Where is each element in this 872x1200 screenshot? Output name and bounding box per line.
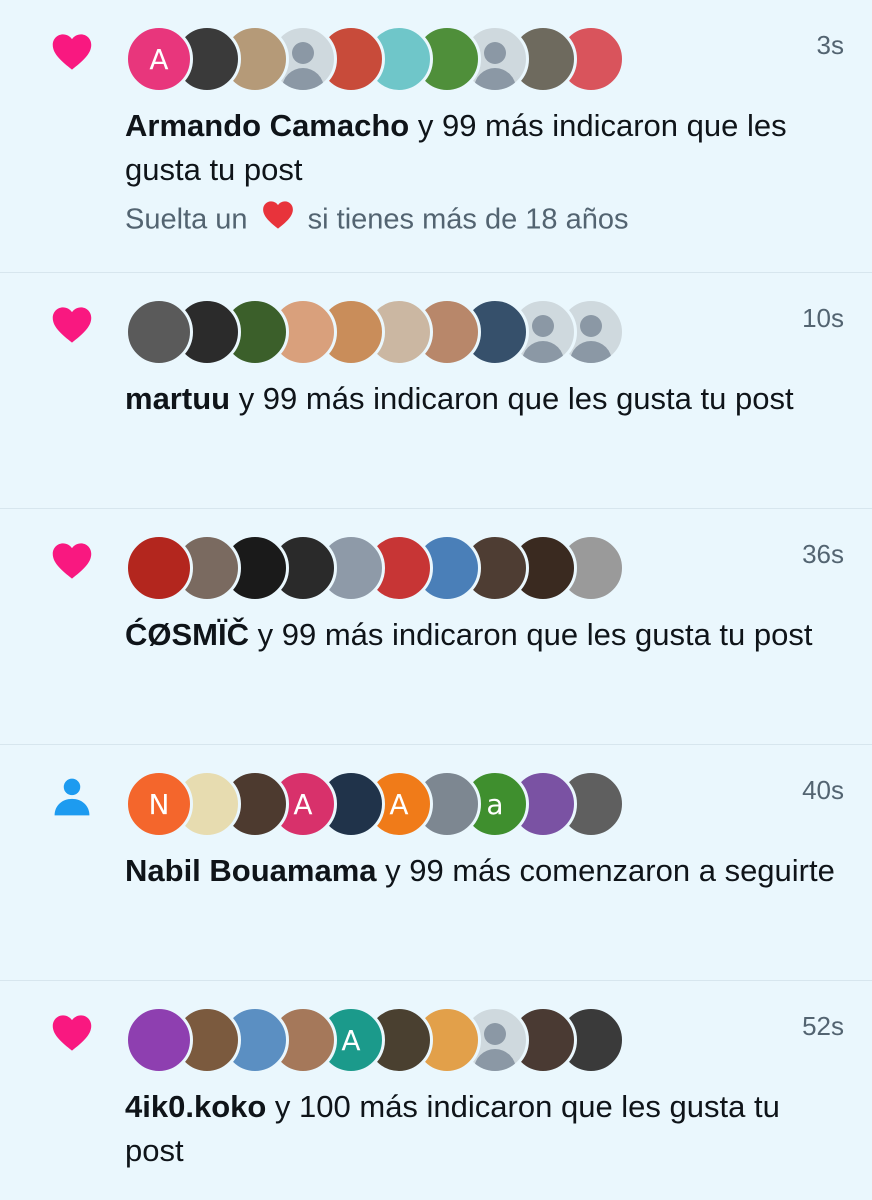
avatar-stack: N A Aa [125, 770, 625, 838]
preview-text-start: Suelta un [125, 203, 256, 236]
heart-icon [48, 303, 96, 347]
notification-text: Nabil Bouamama y 99 más comenzaron a seg… [125, 849, 845, 893]
preview-text-end: si tienes más de 18 años [299, 203, 629, 236]
notification-action: y 99 más indicaron que les gusta tu post [249, 617, 813, 652]
user-name[interactable]: Nabil Bouamama [125, 853, 377, 888]
avatar[interactable] [125, 298, 193, 366]
user-name[interactable]: 4ik0.koko [125, 1089, 266, 1124]
avatar-letter: A [389, 787, 409, 821]
notification-item[interactable]: 36s ĆØSMÏČ y 99 más indicaron que les gus… [0, 509, 872, 745]
timestamp: 40s [802, 775, 844, 805]
person-icon [48, 775, 96, 819]
avatar[interactable] [125, 534, 193, 602]
avatar[interactable]: A [125, 25, 193, 93]
avatar-stack [125, 298, 625, 366]
notification-text: ĆØSMÏČ y 99 más indicaron que les gusta … [125, 613, 845, 657]
notification-action: y 99 más indicaron que les gusta tu post [230, 381, 794, 416]
avatar-stack: A [125, 1006, 625, 1074]
notification-text: Armando Camacho y 99 más indicaron que l… [125, 104, 845, 192]
post-preview: Suelta un si tienes más de 18 años [125, 198, 845, 244]
heart-icon [48, 539, 96, 583]
notification-item[interactable]: A 3s Armando Camacho y 99 más indicaron qu… [0, 0, 872, 273]
avatar-stack [125, 534, 625, 602]
heart-icon [48, 1011, 96, 1055]
user-name[interactable]: martuu [125, 381, 230, 416]
avatar-stack: A [125, 25, 625, 93]
avatar-letter: N [148, 787, 170, 821]
heart-icon [48, 30, 96, 74]
avatar-letter: A [149, 42, 169, 76]
timestamp: 36s [802, 539, 844, 569]
avatar-letter: A [293, 787, 313, 821]
timestamp: 10s [802, 303, 844, 333]
notification-text: 4ik0.koko y 100 más indicaron que les gu… [125, 1085, 845, 1173]
avatar-letter: A [341, 1023, 361, 1057]
notification-action: y 99 más comenzaron a seguirte [376, 853, 835, 888]
notification-text: martuu y 99 más indicaron que les gusta … [125, 377, 845, 421]
notification-item[interactable]: A 52s 4ik0.koko y 100 más indicaron que le… [0, 981, 872, 1200]
avatar[interactable] [125, 1006, 193, 1074]
timestamp: 3s [816, 30, 844, 60]
notification-item[interactable]: N A Aa 40s Nabil Bouamama y 99 más comenzaro… [0, 745, 872, 981]
notifications-feed: A 3s Armando Camacho y 99 más indicaron qu… [0, 0, 872, 1200]
avatar-letter: a [486, 787, 504, 821]
notification-item[interactable]: 10s martuu y 99 más indicaron que les gus… [0, 273, 872, 509]
avatar[interactable]: N [125, 770, 193, 838]
user-name[interactable]: Armando Camacho [125, 108, 409, 143]
user-name[interactable]: ĆØSMÏČ [125, 617, 249, 652]
red-heart-emoji [260, 198, 296, 244]
timestamp: 52s [802, 1011, 844, 1041]
